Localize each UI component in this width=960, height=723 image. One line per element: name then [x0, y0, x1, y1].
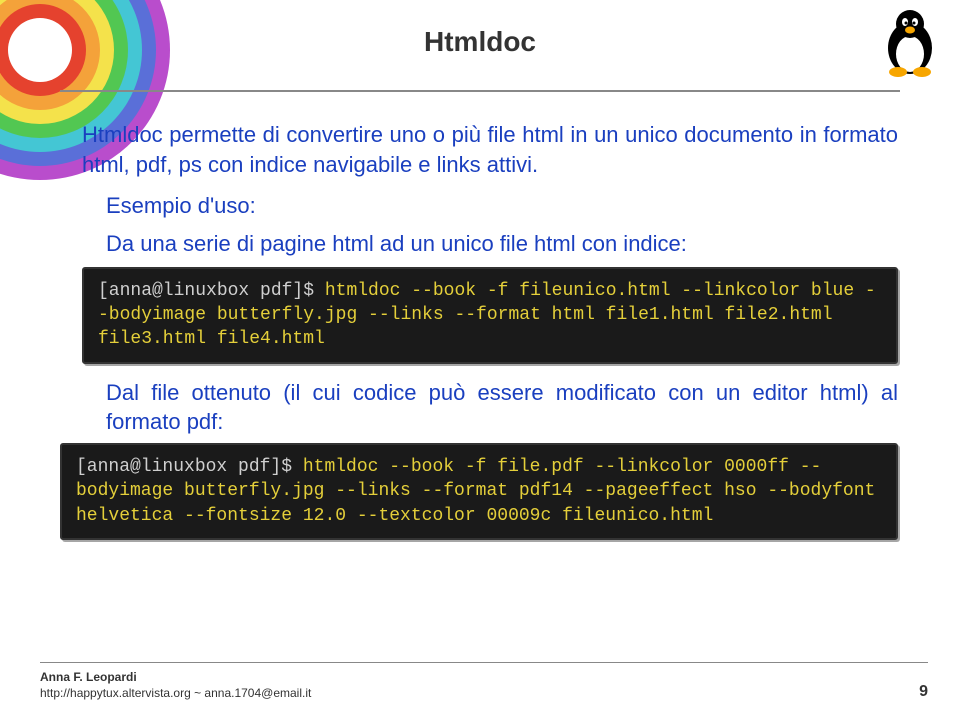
terminal-prompt-2: [anna@linuxbox pdf]$ — [76, 457, 303, 477]
terminal-prompt-1: [anna@linuxbox pdf]$ — [98, 281, 325, 301]
footer-text: Anna F. Leopardi http://happytux.altervi… — [40, 662, 928, 701]
footer-link: http://happytux.altervista.org ~ anna.17… — [40, 685, 928, 701]
footer: Anna F. Leopardi http://happytux.altervi… — [40, 662, 928, 701]
example-description-2: Dal file ottenuto (il cui codice può ess… — [106, 378, 898, 437]
example-label: Esempio d'uso: — [106, 191, 898, 221]
terminal-block-1: [anna@linuxbox pdf]$ htmldoc --book -f f… — [82, 267, 898, 364]
page-title: Htmldoc — [0, 26, 960, 58]
page-number: 9 — [919, 683, 928, 701]
content-area: Htmldoc permette di convertire uno o più… — [82, 120, 898, 552]
title-divider — [60, 90, 900, 92]
example-description-1: Da una serie di pagine html ad un unico … — [106, 229, 898, 259]
slide: Htmldoc Htmldoc permette di convertire u… — [0, 0, 960, 723]
intro-paragraph: Htmldoc permette di convertire uno o più… — [82, 120, 898, 179]
footer-author: Anna F. Leopardi — [40, 669, 928, 685]
terminal-block-2: [anna@linuxbox pdf]$ htmldoc --book -f f… — [60, 443, 898, 540]
